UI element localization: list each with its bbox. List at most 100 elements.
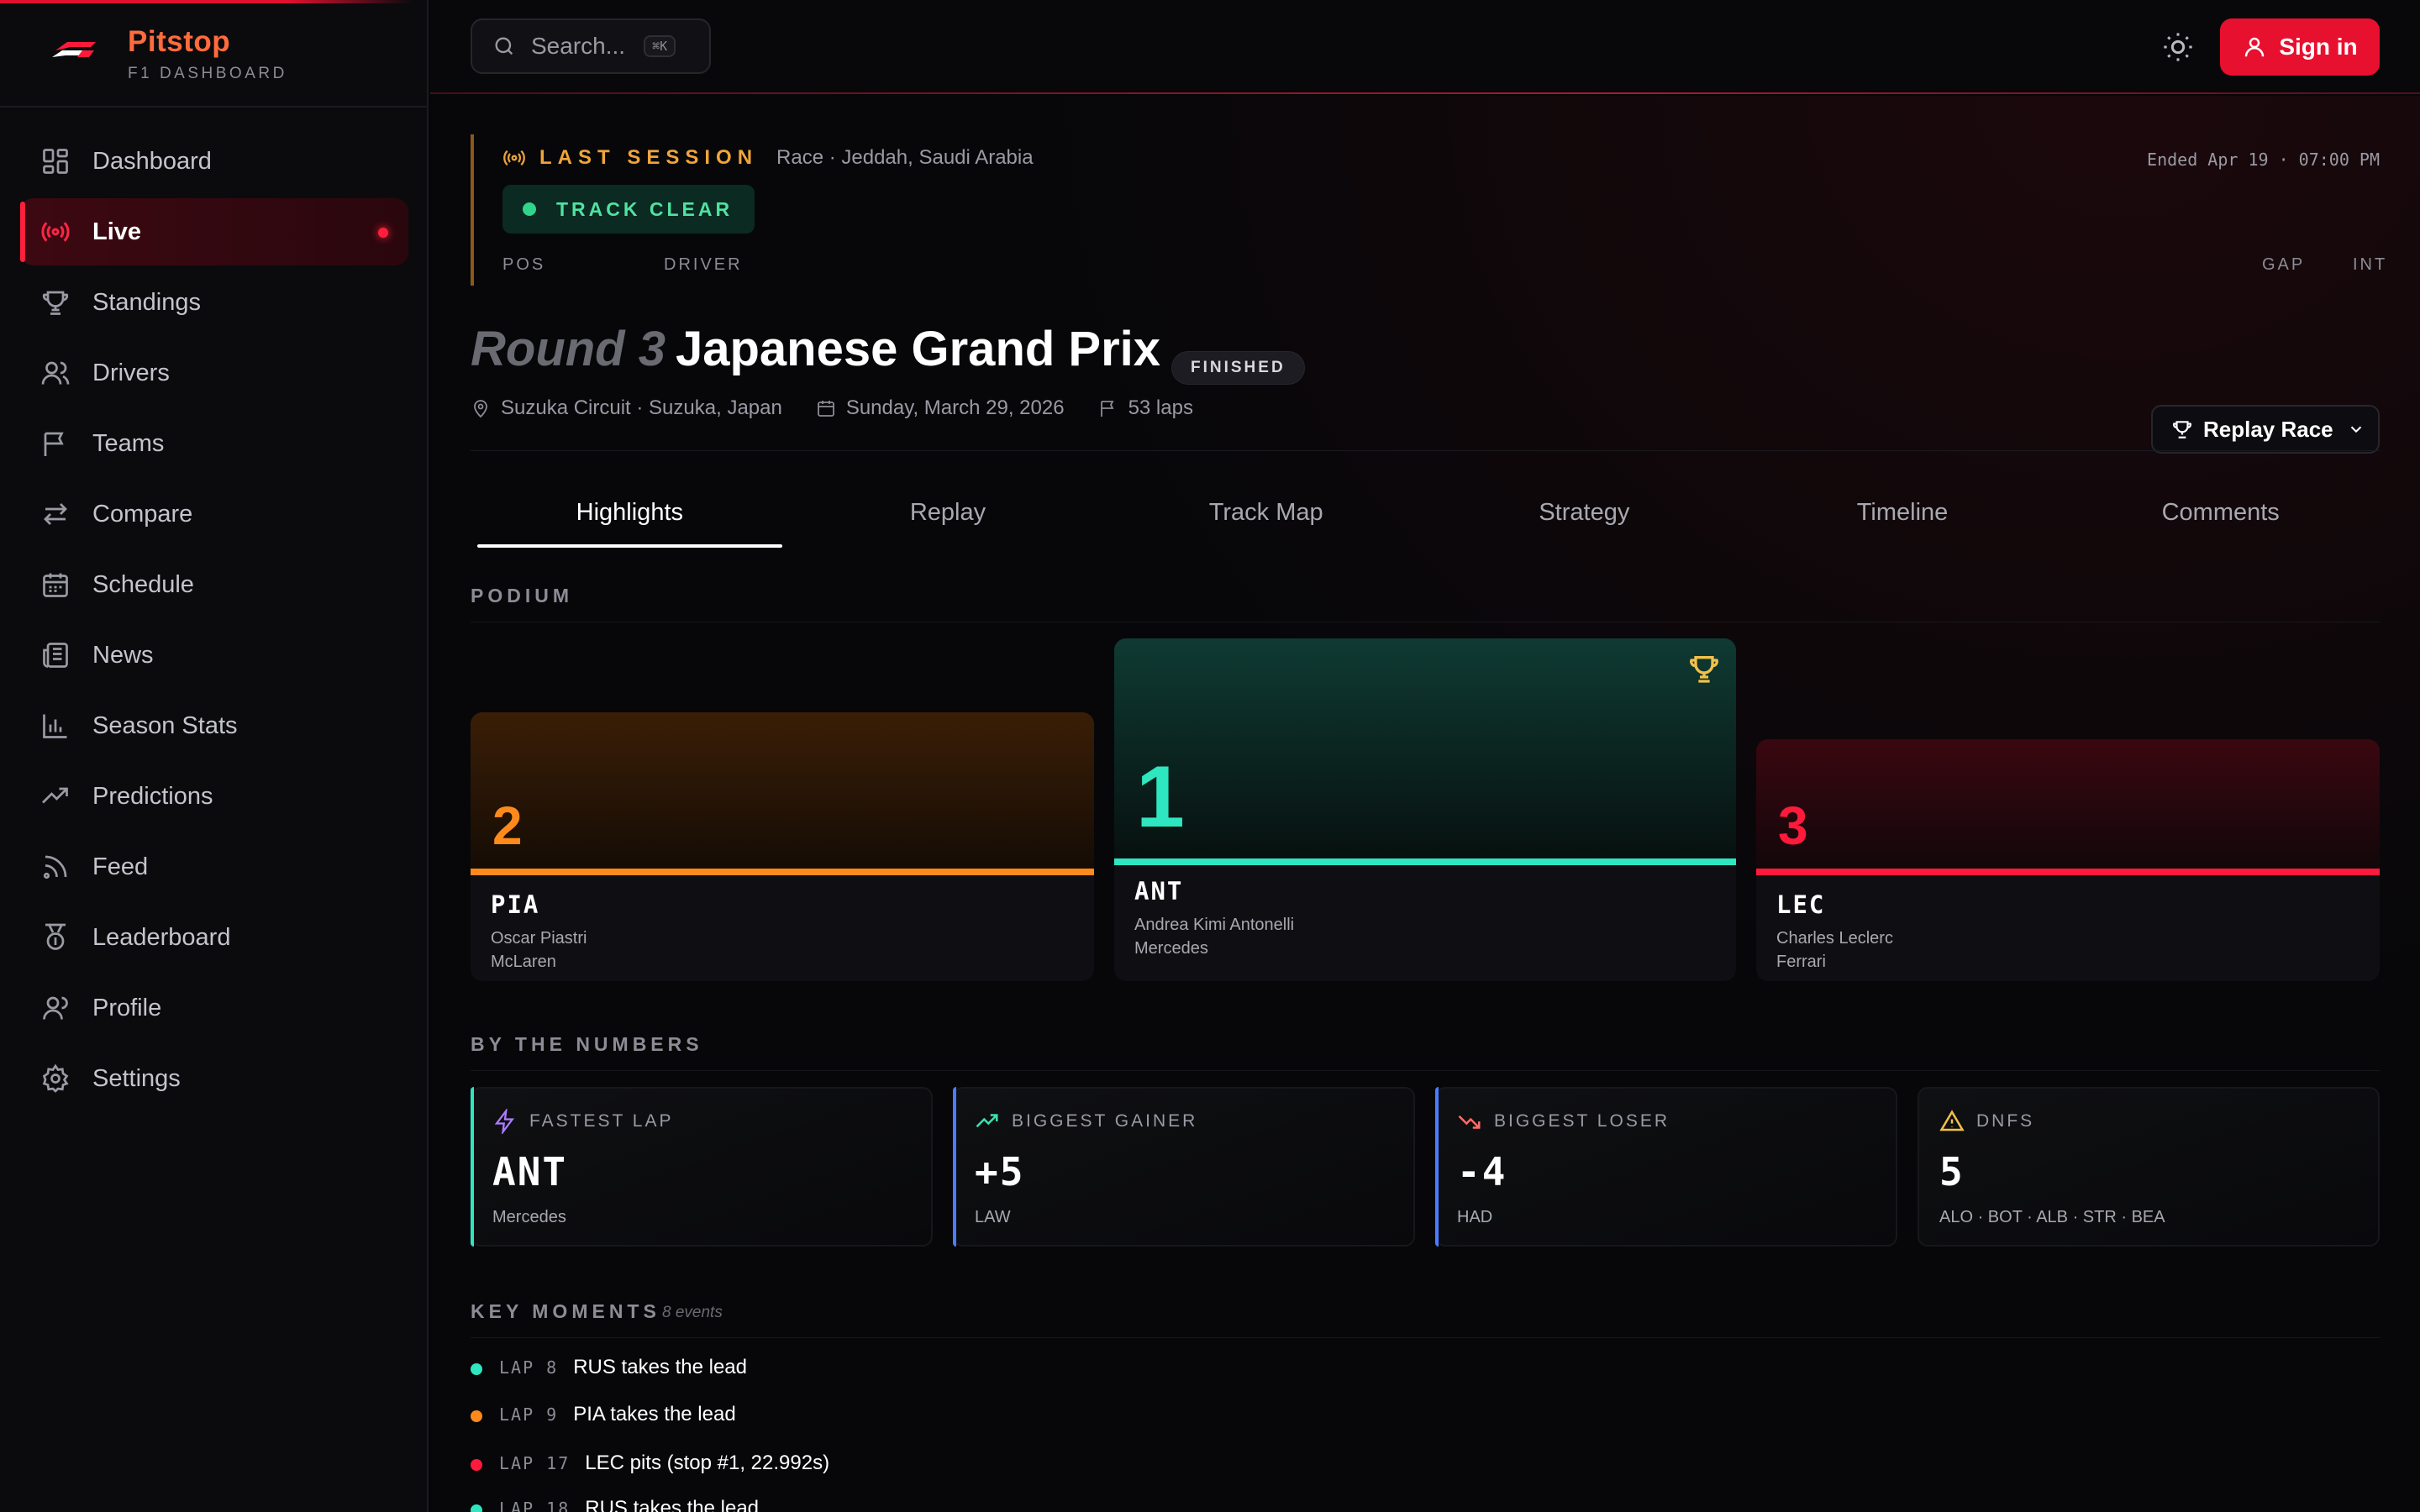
- stat-label: BIGGEST LOSER: [1457, 1109, 1670, 1134]
- tab-comments[interactable]: Comments: [2061, 491, 2380, 548]
- moment-lap: LAP 17: [499, 1453, 571, 1473]
- last-session-panel: LAST SESSION Race · Jeddah, Saudi Arabia…: [471, 134, 2385, 286]
- sidebar-item-compare[interactable]: Compare: [20, 480, 408, 548]
- tab-timeline[interactable]: Timeline: [1744, 491, 2062, 548]
- stat-subtext: LAW: [975, 1208, 1011, 1226]
- stat-accent-bar: [471, 1087, 474, 1247]
- status-badge: FINISHED: [1171, 351, 1305, 385]
- team-color-bar: [1114, 858, 1736, 865]
- stat-label-text: BIGGEST LOSER: [1494, 1111, 1670, 1131]
- replay-race-button[interactable]: Replay Race: [2151, 405, 2380, 454]
- stat-value: -4: [1457, 1149, 1507, 1194]
- map-pin-icon: [474, 400, 487, 418]
- race-meta: Suzuka Circuit · Suzuka, Japan Sunday, M…: [471, 396, 1227, 420]
- stat-label: FASTEST LAP: [492, 1109, 674, 1134]
- team-color-bar: [1756, 869, 2380, 875]
- list-item[interactable]: LAP 17 LEC pits (stop #1, 22.992s): [471, 1452, 829, 1475]
- theme-toggle-sun-icon[interactable]: [2161, 30, 2195, 64]
- sidebar-item-label: Schedule: [92, 570, 194, 598]
- sidebar-item-label: Leaderboard: [92, 923, 231, 951]
- sign-in-button[interactable]: Sign in: [2220, 18, 2380, 76]
- sidebar-item-live[interactable]: Live: [20, 198, 408, 265]
- divider: [471, 450, 2380, 451]
- stat-label-text: BIGGEST GAINER: [1012, 1111, 1198, 1131]
- live-indicator-dot: [378, 228, 388, 238]
- moment-text: RUS takes the lead: [573, 1356, 747, 1378]
- podium-card-p1[interactable]: 1 ANT Andrea Kimi Antonelli Mercedes: [1114, 638, 1736, 981]
- stat-card-biggest-loser[interactable]: BIGGEST LOSER -4 HAD: [1435, 1087, 1897, 1247]
- stat-subtext: ALO · BOT · ALB · STR · BEA: [1939, 1208, 2165, 1226]
- column-header-pos: POS: [502, 255, 546, 274]
- moment-dot: [471, 1504, 482, 1512]
- sidebar-item-standings[interactable]: Standings: [20, 269, 408, 336]
- gear-icon: [42, 1063, 69, 1093]
- divider: [471, 1070, 2380, 1071]
- driver-team: Ferrari: [1776, 953, 1826, 971]
- flag-icon: [1100, 401, 1114, 417]
- search-input[interactable]: Search... ⌘K: [471, 18, 711, 74]
- compare-arrows-icon: [44, 503, 67, 525]
- race-laps: 53 laps: [1098, 396, 1193, 420]
- sidebar-item-label: Feed: [92, 853, 149, 880]
- tab-replay[interactable]: Replay: [789, 491, 1107, 548]
- sidebar-item-label: News: [92, 641, 154, 669]
- sidebar-item-label: Live: [92, 218, 142, 245]
- moment-lap: LAP 8: [499, 1357, 559, 1378]
- sidebar-item-label: Drivers: [92, 359, 170, 386]
- brand[interactable]: Pitstop F1 DASHBOARD: [0, 0, 429, 108]
- list-item[interactable]: LAP 18 RUS takes the lead: [471, 1497, 759, 1512]
- sidebar-item-profile[interactable]: Profile: [20, 974, 408, 1042]
- sidebar: Pitstop F1 DASHBOARD Dashboard Live Stan…: [0, 0, 429, 1512]
- page-title: Round 3 Japanese Grand Prix: [471, 321, 1160, 388]
- stat-label-text: DNFS: [1976, 1111, 2035, 1131]
- trending-up-icon: [42, 787, 68, 804]
- sidebar-item-settings[interactable]: Settings: [20, 1045, 408, 1112]
- podium-card-p2[interactable]: 2 PIA Oscar Piastri McLaren: [471, 712, 1094, 981]
- stat-card-biggest-gainer[interactable]: BIGGEST GAINER +5 LAW: [953, 1087, 1415, 1247]
- podium-card-p3[interactable]: 3 LEC Charles Leclerc Ferrari: [1756, 739, 2380, 981]
- race-tabs: Highlights Replay Track Map Strategy Tim…: [471, 491, 2380, 548]
- sidebar-nav: Dashboard Live Standings Drivers Teams C…: [20, 128, 408, 1116]
- pitstop-logo-icon: [52, 42, 96, 57]
- last-session-label: LAST SESSION: [539, 146, 759, 169]
- column-header-int: INT: [2353, 255, 2388, 274]
- stat-label: DNFS: [1939, 1109, 2034, 1134]
- podium-position: 3: [1778, 795, 1808, 856]
- stat-accent-bar: [1435, 1087, 1439, 1247]
- race-date-text: Sunday, March 29, 2026: [845, 396, 1065, 419]
- team-color-bar: [471, 869, 1094, 875]
- dashboard-icon: [43, 149, 68, 174]
- tab-strategy[interactable]: Strategy: [1425, 491, 1744, 548]
- stat-value: 5: [1939, 1149, 1965, 1194]
- moment-text: LEC pits (stop #1, 22.992s): [585, 1452, 830, 1474]
- sidebar-item-label: Dashboard: [92, 147, 212, 175]
- sidebar-item-predictions[interactable]: Predictions: [20, 763, 408, 830]
- sidebar-item-teams[interactable]: Teams: [20, 410, 408, 477]
- last-session-detail: Race · Jeddah, Saudi Arabia: [776, 146, 1034, 169]
- top-bar: Search... ⌘K Sign in: [430, 0, 2420, 94]
- search-shortcut-badge: ⌘K: [644, 35, 676, 57]
- sidebar-item-dashboard[interactable]: Dashboard: [20, 128, 408, 195]
- column-header-driver: DRIVER: [664, 255, 743, 274]
- list-item[interactable]: LAP 8 RUS takes the lead: [471, 1356, 747, 1379]
- moment-text: PIA takes the lead: [573, 1403, 736, 1425]
- stat-card-dnfs[interactable]: DNFS 5 ALO · BOT · ALB · STR · BEA: [1918, 1087, 2380, 1247]
- tab-track-map[interactable]: Track Map: [1107, 491, 1425, 548]
- race-laps-text: 53 laps: [1128, 396, 1193, 419]
- tab-highlights[interactable]: Highlights: [471, 491, 789, 548]
- moment-dot: [471, 1459, 482, 1471]
- sidebar-item-feed[interactable]: Feed: [20, 833, 408, 900]
- list-item[interactable]: LAP 9 PIA takes the lead: [471, 1403, 736, 1426]
- user-icon: [43, 996, 68, 1020]
- stat-card-fastest-lap[interactable]: FASTEST LAP ANT Mercedes: [471, 1087, 933, 1247]
- sidebar-item-leaderboard[interactable]: Leaderboard: [20, 904, 408, 971]
- driver-name: Charles Leclerc: [1776, 929, 1893, 948]
- driver-code: LEC: [1776, 890, 1826, 919]
- brand-name: Pitstop: [128, 25, 231, 58]
- sidebar-item-schedule[interactable]: Schedule: [20, 551, 408, 618]
- race-date: Sunday, March 29, 2026: [816, 396, 1065, 420]
- calendar-icon: [817, 401, 834, 417]
- sidebar-item-drivers[interactable]: Drivers: [20, 339, 408, 407]
- sidebar-item-news[interactable]: News: [20, 622, 408, 689]
- sidebar-item-season-stats[interactable]: Season Stats: [20, 692, 408, 759]
